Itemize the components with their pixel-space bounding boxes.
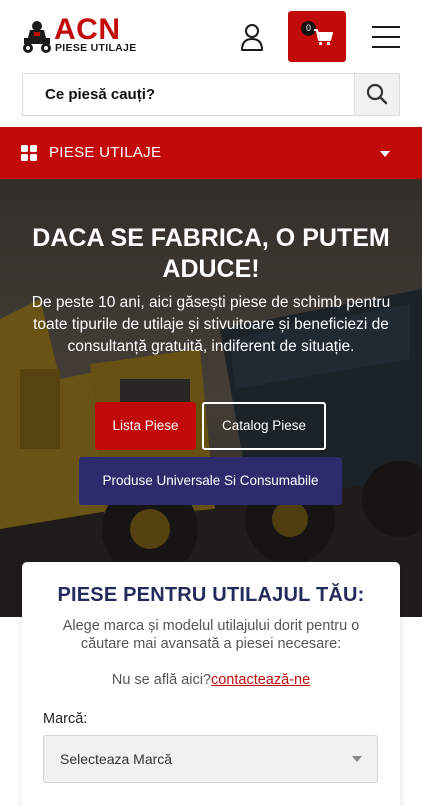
caret-down-icon	[352, 756, 362, 762]
logo-subtitle: PIESE UTILAJE	[55, 42, 137, 54]
caret-down-icon	[380, 151, 390, 157]
menu-icon	[372, 46, 400, 48]
hero-description: De peste 10 ani, aici găsești piese de s…	[31, 294, 391, 355]
finder-description: Alege marca și modelul utilajului dorit …	[62, 618, 360, 652]
site-header: ACN PIESE UTILAJE 0	[0, 0, 422, 72]
search-button[interactable]	[354, 74, 399, 115]
parts-catalog-button[interactable]: Catalog Piese	[202, 402, 326, 450]
search-bar	[22, 73, 400, 116]
menu-button[interactable]	[372, 26, 400, 48]
universal-products-button[interactable]: Produse Universale Si Consumabile	[79, 457, 342, 505]
page: ACN PIESE UTILAJE 0 Ce piesă cauți? PIES…	[0, 0, 422, 806]
finder-contact-line: Nu se află aici?contactează-ne	[22, 672, 400, 688]
grid-icon	[21, 145, 37, 161]
user-icon	[241, 24, 263, 51]
category-menu-toggle[interactable]: PIESE UTILAJE	[0, 127, 422, 179]
menu-icon	[372, 26, 400, 28]
cart-icon	[314, 29, 333, 46]
hero-title: DACA SE FABRICA, O PUTEM ADUCE!	[32, 224, 390, 283]
finder-contact-prefix: Nu se află aici?	[111, 672, 211, 688]
finder-title: PIESE PENTRU UTILAJUL TĂU:	[57, 584, 365, 606]
logo[interactable]: ACN PIESE UTILAJE	[22, 14, 152, 58]
brand-select[interactable]: Selecteaza Marcă	[43, 735, 378, 783]
account-button[interactable]	[239, 23, 265, 51]
parts-list-button[interactable]: Lista Piese	[95, 402, 196, 450]
hero-banner: DACA SE FABRICA, O PUTEM ADUCE! De peste…	[0, 179, 422, 617]
parts-finder-card: PIESE PENTRU UTILAJUL TĂU: Alege marca ș…	[22, 562, 400, 806]
search-icon	[366, 83, 388, 105]
menu-icon	[372, 36, 400, 38]
brand-select-value: Selecteaza Marcă	[60, 751, 173, 767]
excavator-logo-icon	[23, 21, 51, 53]
brand-label: Marcă:	[43, 711, 88, 727]
category-menu-label: PIESE UTILAJE	[49, 144, 162, 161]
cart-button[interactable]: 0	[288, 11, 346, 62]
contact-link[interactable]: contactează-ne	[211, 672, 310, 688]
search-input[interactable]	[23, 74, 356, 115]
